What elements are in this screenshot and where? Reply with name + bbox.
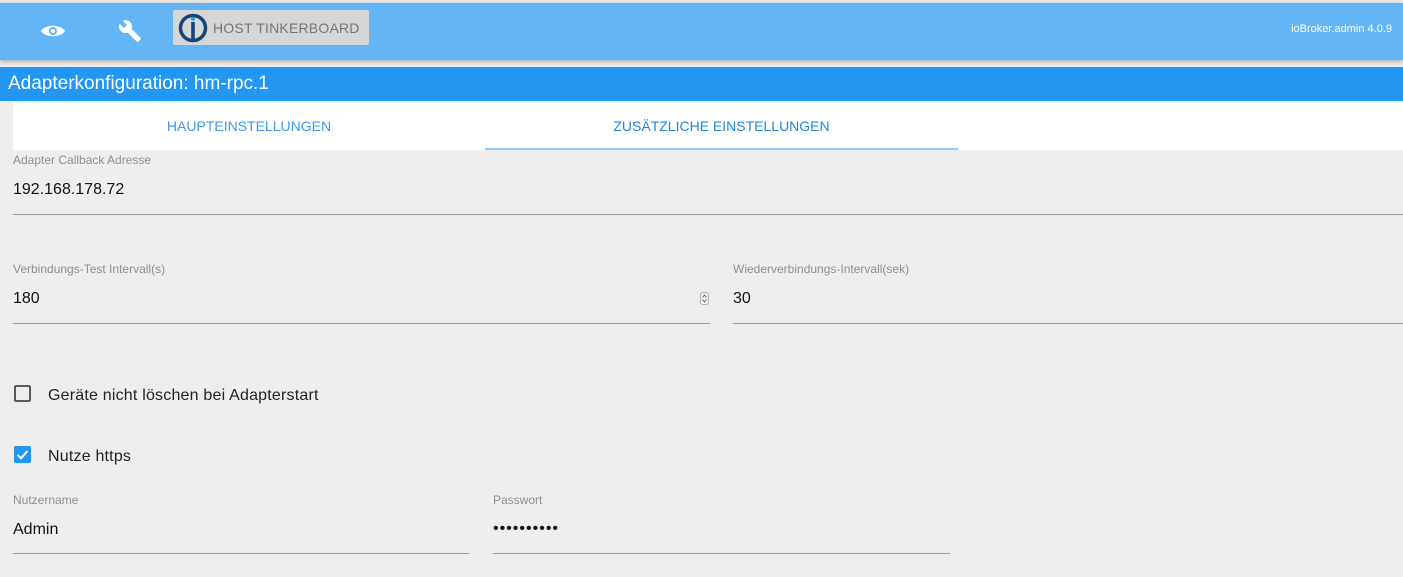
callback-address-field[interactable]: Adapter Callback Adresse 192.168.178.72 — [13, 153, 1403, 215]
check-interval-label: Verbindungs-Test Intervall(s) — [13, 262, 166, 276]
wrench-icon[interactable] — [113, 14, 147, 48]
dont-delete-devices-label[interactable]: Geräte nicht löschen bei Adapterstart — [48, 387, 319, 405]
use-https-label[interactable]: Nutze https — [48, 448, 131, 466]
username-label: Nutzername — [13, 493, 79, 507]
iobroker-logo-icon — [178, 13, 208, 42]
number-stepper-icon[interactable] — [700, 292, 709, 305]
reconnect-interval-input[interactable]: 30 — [733, 290, 751, 308]
password-underline — [493, 553, 950, 554]
check-interval-field[interactable]: Verbindungs-Test Intervall(s) 180 — [13, 262, 710, 324]
username-field[interactable]: Nutzername Admin — [13, 493, 469, 555]
reconnect-interval-field[interactable]: Wiederverbindungs-Intervall(sek) 30 — [733, 262, 1403, 324]
tab-main-settings[interactable]: HAUPTEINSTELLUNGEN — [13, 103, 485, 150]
eye-icon[interactable] — [36, 14, 70, 48]
callback-address-label: Adapter Callback Adresse — [13, 153, 152, 167]
password-field[interactable]: Passwort •••••••••• — [493, 493, 950, 555]
host-button-label: HOST TINKERBOARD — [213, 19, 360, 36]
header-bar: HOST TINKERBOARD ioBroker.admin 4.0.9 — [0, 3, 1403, 60]
tab-bar: HAUPTEINSTELLUNGEN ZUSÄTZLICHE EINSTELLU… — [13, 103, 1403, 150]
check-interval-underline — [13, 323, 710, 324]
username-input[interactable]: Admin — [13, 521, 58, 539]
callback-address-underline — [13, 214, 1403, 215]
checkmark-icon — [16, 450, 29, 460]
host-button[interactable]: HOST TINKERBOARD — [173, 10, 369, 45]
tab-additional-settings[interactable]: ZUSÄTZLICHE EINSTELLUNGEN — [485, 103, 958, 150]
reconnect-interval-underline — [733, 323, 1403, 324]
use-https-checkbox[interactable] — [14, 446, 31, 463]
dont-delete-devices-checkbox[interactable] — [14, 385, 31, 402]
username-underline — [13, 553, 469, 554]
reconnect-interval-label: Wiederverbindungs-Intervall(sek) — [733, 262, 910, 276]
version-label: ioBroker.admin 4.0.9 — [1291, 23, 1392, 35]
page-title: Adapterkonfiguration: hm-rpc.1 — [0, 67, 1403, 101]
password-input[interactable]: •••••••••• — [493, 520, 559, 538]
password-label: Passwort — [493, 493, 543, 507]
callback-address-input[interactable]: 192.168.178.72 — [13, 181, 124, 199]
check-interval-input[interactable]: 180 — [13, 290, 40, 308]
active-tab-indicator — [485, 148, 958, 150]
